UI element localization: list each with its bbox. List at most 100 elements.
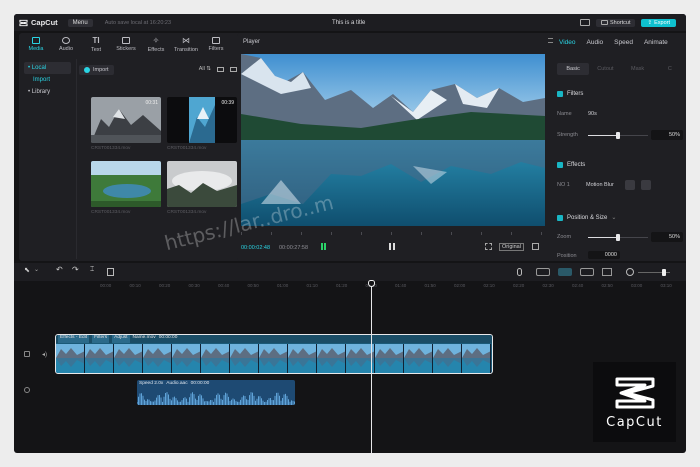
split-icon[interactable]: ⌶: [90, 266, 94, 274]
media-thumbnail[interactable]: 00:31: [91, 97, 161, 143]
subtab-more[interactable]: C: [654, 63, 686, 75]
track-cover-icon[interactable]: [24, 351, 30, 357]
video-clip[interactable]: Effects - Edit Filters Adjust Name.mov 0…: [55, 334, 493, 374]
zoom-value[interactable]: 50%: [651, 232, 683, 242]
audio-icon: [62, 36, 70, 44]
tab-audio[interactable]: Audio: [51, 33, 81, 55]
export-button[interactable]: ⇪ Export: [641, 18, 676, 27]
zoom-slider[interactable]: [588, 234, 648, 241]
strength-value[interactable]: 50%: [651, 130, 683, 140]
effects-section-title[interactable]: Effects: [557, 162, 585, 168]
checkbox-icon[interactable]: [557, 91, 563, 97]
checkbox-icon[interactable]: [557, 214, 563, 221]
position-size-section-title[interactable]: Position & Size ⌄: [557, 214, 616, 221]
tab-transition[interactable]: ⋈ Transition: [171, 33, 201, 55]
fit-screen-icon[interactable]: [485, 243, 492, 250]
media-thumbnail[interactable]: 00:39: [167, 97, 237, 143]
player-panel: Player 00:00:02:48 00:00:27:58 Original: [237, 33, 560, 261]
checkbox-icon[interactable]: [557, 162, 563, 168]
zoom-label: Zoom: [557, 234, 572, 240]
chevron-down-icon[interactable]: ⌄: [611, 214, 616, 221]
audio-clip[interactable]: Speed 2.0x Audio.aac 00:00:00: [137, 380, 295, 405]
menu-button[interactable]: Menu: [67, 18, 93, 27]
stickers-icon: [122, 36, 130, 44]
preview-axis-icon[interactable]: [580, 268, 594, 276]
tab-text[interactable]: TI Text: [81, 33, 111, 55]
track-audio-toggle-icon[interactable]: ◂): [42, 351, 47, 358]
filter-name-value[interactable]: 90s: [588, 111, 597, 117]
original-ratio-button[interactable]: Original: [499, 243, 524, 251]
undo-icon[interactable]: ↶: [56, 265, 63, 274]
redo-icon[interactable]: ↷: [72, 265, 79, 274]
import-button[interactable]: Import: [79, 65, 114, 75]
tab-animate[interactable]: Animate: [644, 39, 668, 46]
chevron-down-icon[interactable]: ⌄: [34, 266, 39, 274]
shortcut-button[interactable]: Shortcut: [596, 18, 636, 27]
filters-section-title[interactable]: Filters: [557, 91, 583, 97]
strength-slider[interactable]: [588, 132, 648, 139]
link-toggle-icon[interactable]: [536, 268, 550, 276]
media-tabs: Media Audio TI Text Stickers ✧ Effects ⋈ Tr…: [19, 33, 245, 55]
magnet-toggle-icon[interactable]: [558, 268, 572, 276]
media-thumbnail[interactable]: [91, 161, 161, 207]
snap-icon[interactable]: [602, 268, 612, 276]
subtab-cutout[interactable]: Cutout: [589, 63, 621, 75]
tab-audio[interactable]: Audio: [587, 39, 604, 46]
tab-label: Stickers: [116, 45, 136, 52]
timeline-zoom-slider[interactable]: [638, 269, 670, 276]
grid-view-icon[interactable]: [217, 66, 224, 72]
project-title[interactable]: This is a title: [332, 20, 365, 26]
tab-label: Filters: [208, 45, 224, 52]
list-view-icon[interactable]: [230, 66, 237, 72]
timeline-zoom-knob[interactable]: [662, 269, 666, 276]
layout-icon[interactable]: [580, 19, 590, 26]
tab-filters[interactable]: Filters: [201, 33, 231, 55]
app-name: CapCut: [31, 18, 58, 27]
pause-icon[interactable]: [389, 243, 395, 250]
inspector-panel: Video Audio Speed Animate Basic Cutout M…: [553, 33, 686, 261]
thumbnail-image: [91, 161, 161, 207]
delete-icon[interactable]: [107, 268, 114, 276]
ruler-tick: 01:20: [336, 283, 348, 288]
media-thumbnail[interactable]: [167, 161, 237, 207]
zoom-out-icon[interactable]: [626, 268, 634, 276]
playhead-handle[interactable]: [368, 280, 375, 287]
edit-effect-icon[interactable]: [625, 180, 635, 190]
timeline-playhead[interactable]: [371, 281, 372, 453]
ruler-tick: 01:00: [277, 283, 289, 288]
ruler-tick: 02:30: [542, 283, 554, 288]
tab-speed[interactable]: Speed: [614, 39, 633, 46]
top-bar: CapCut Menu Auto save local at 16:20:23 …: [14, 14, 686, 31]
fullscreen-icon[interactable]: [532, 243, 539, 250]
zoom-slider-knob[interactable]: [616, 234, 620, 241]
sidebar-item-library[interactable]: • Library: [24, 86, 71, 98]
effect-name[interactable]: Motion Blur: [586, 182, 614, 188]
filter-all-dropdown[interactable]: All ⇅: [199, 66, 211, 72]
tab-video[interactable]: Video: [559, 39, 576, 46]
audio-track-icon[interactable]: [24, 387, 30, 393]
select-tool-icon[interactable]: ⬉: [24, 266, 32, 274]
sidebar-item-import[interactable]: Import: [33, 77, 71, 83]
subtab-mask[interactable]: Mask: [622, 63, 654, 75]
tab-label: Media: [28, 45, 44, 52]
tab-media[interactable]: Media: [21, 33, 51, 55]
clip-frame: [375, 344, 404, 373]
sidebar-item-local[interactable]: • Local: [24, 62, 71, 74]
clip-frame: [404, 344, 433, 373]
media-sidebar: • Local Import • Library: [19, 59, 77, 259]
microphone-icon[interactable]: [517, 268, 522, 276]
tab-stickers[interactable]: Stickers: [111, 33, 141, 55]
clip-frame: [172, 344, 201, 373]
timeline-ruler[interactable]: 00:00 00:10 00:20 00:30 00:40 00:50 01:00 01:10…: [14, 281, 686, 293]
subtab-basic[interactable]: Basic: [557, 63, 590, 75]
ruler-tick: 00:50: [247, 283, 259, 288]
position-value[interactable]: 0000: [588, 251, 620, 259]
delete-effect-icon[interactable]: [641, 180, 651, 190]
strength-slider-knob[interactable]: [616, 132, 620, 139]
ruler-tick: 00:30: [188, 283, 200, 288]
strength-slider-fill: [588, 135, 618, 136]
tab-effects[interactable]: ✧ Effects: [141, 33, 171, 55]
clip-frame: [259, 344, 288, 373]
player-scrub-bar[interactable]: [241, 232, 545, 235]
export-label: Export: [654, 19, 670, 26]
